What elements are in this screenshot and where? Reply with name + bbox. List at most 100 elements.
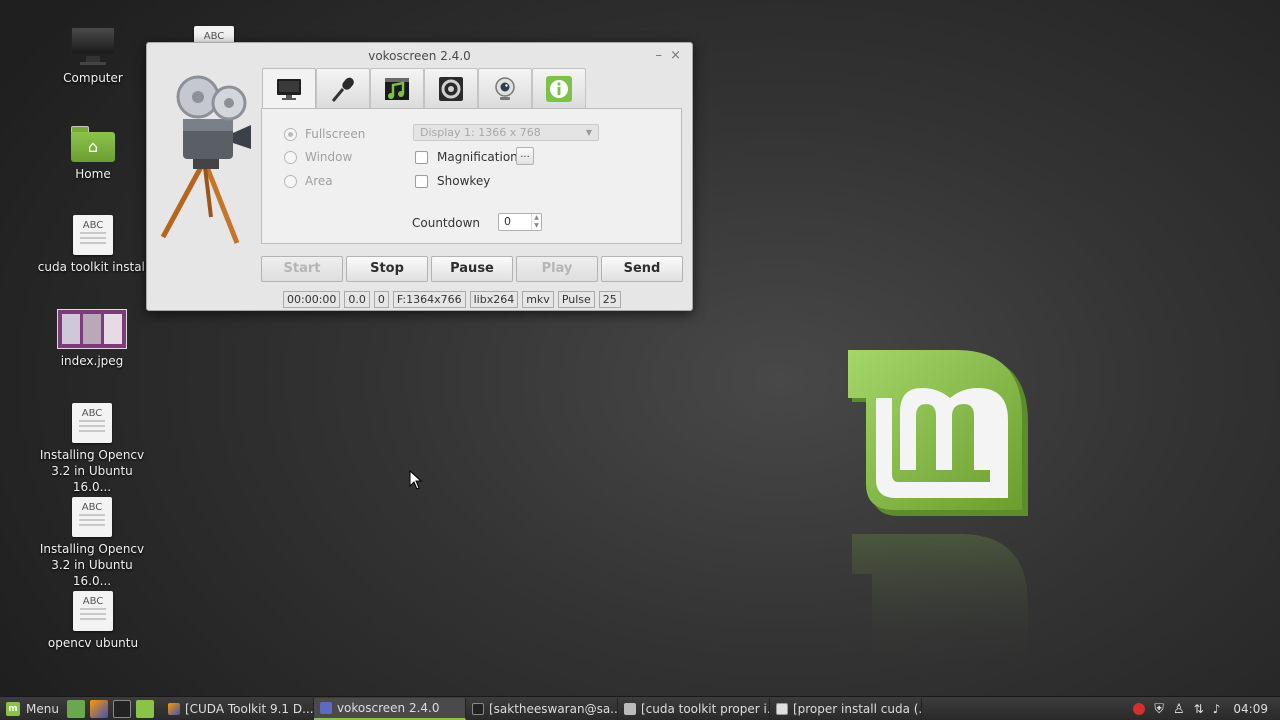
menu-button[interactable]: m Menu: [0, 697, 67, 720]
task-label: [cuda toolkit proper i...: [640, 701, 770, 716]
user-icon[interactable]: ♙: [1173, 702, 1185, 717]
desktop-icon-label: Home: [75, 167, 111, 181]
status-codec: libx264: [469, 291, 519, 308]
desktop-icon-home[interactable]: ⌂ Home: [33, 124, 153, 182]
radio-indicator: [284, 150, 297, 164]
desktop-icon-installing-opencv-1[interactable]: ABC Installing Opencv 3.2 in Ubuntu 16.0…: [32, 403, 152, 495]
taskbar-item-vokoscreen[interactable]: vokoscreen 2.4.0: [313, 697, 466, 720]
tab-screen[interactable]: [262, 68, 316, 109]
document-icon: ABC: [72, 497, 112, 537]
send-button[interactable]: Send: [601, 256, 683, 282]
play-button[interactable]: Play: [516, 256, 598, 282]
taskbar-item-cuda-toolkit[interactable]: [CUDA Toolkit 9.1 D...: [162, 697, 314, 720]
radio-label: Fullscreen: [305, 127, 366, 141]
text-editor-icon: [775, 702, 788, 715]
desktop-icon-label: Installing Opencv 3.2 in Ubuntu 16.0...: [39, 448, 145, 494]
mint-menu-icon: m: [6, 701, 20, 716]
magnification-checkbox[interactable]: Magnification: [415, 150, 518, 164]
desktop-icon-opencv-ubuntu[interactable]: ABC opencv ubuntu: [33, 591, 153, 651]
radio-indicator: [284, 174, 297, 188]
files-icon[interactable]: [135, 699, 154, 718]
status-frames: 0: [373, 291, 389, 308]
taskbar-item-folder[interactable]: [cuda toolkit proper i...: [618, 697, 770, 720]
showkey-checkbox[interactable]: Showkey: [415, 174, 490, 188]
record-icon[interactable]: [1133, 703, 1146, 715]
radio-label: Window: [305, 150, 353, 164]
status-time: 00:00:00: [283, 291, 341, 308]
folder-icon: [623, 702, 636, 715]
start-button[interactable]: Start: [261, 256, 343, 282]
info-icon: [546, 75, 572, 102]
desktop-icon-label: Installing Opencv 3.2 in Ubuntu 16.0...: [39, 542, 145, 588]
countdown-label: Countdown: [412, 216, 481, 230]
radio-area[interactable]: Area: [284, 174, 333, 188]
stop-button[interactable]: Stop: [346, 256, 428, 282]
display-select-value: Display 1: 1366 x 768: [420, 126, 541, 139]
radio-fullscreen[interactable]: Fullscreen: [284, 127, 365, 141]
document-icon: ABC: [73, 591, 113, 631]
status-rate: 0.0: [344, 291, 370, 308]
task-label: [proper install cuda (...: [792, 701, 922, 716]
image-icon: [57, 309, 127, 349]
spin-arrows-icon[interactable]: ▲ ▼: [531, 214, 541, 230]
desktop-icon-computer[interactable]: Computer: [33, 26, 153, 86]
tab-audio[interactable]: [316, 68, 370, 108]
home-folder-icon: ⌂: [71, 126, 115, 162]
vokoscreen-camera-icon: [160, 75, 251, 244]
taskbar: m Menu [CUDA Toolkit 9.1 D... vokoscreen…: [0, 696, 1280, 720]
countdown-spinbox[interactable]: 0 ▲ ▼: [498, 213, 542, 231]
display-select[interactable]: Display 1: 1366 x 768 ▼: [413, 124, 599, 141]
vokoscreen-icon: [319, 701, 332, 714]
clock[interactable]: 04:09: [1233, 702, 1268, 716]
status-container: mkv: [522, 291, 554, 308]
network-icon[interactable]: ⇅: [1194, 702, 1204, 716]
firefox-icon[interactable]: [89, 699, 108, 718]
firefox-icon: [167, 702, 180, 715]
tab-video[interactable]: [370, 68, 424, 108]
desktop-icon-index-jpeg[interactable]: index.jpeg: [32, 309, 152, 369]
desktop-icon-cuda-toolkit-install[interactable]: ABC cuda toolkit install: [33, 215, 153, 275]
webcam-icon: [495, 76, 515, 100]
status-audio: Pulse: [557, 291, 595, 308]
status-fps: 25: [598, 291, 621, 308]
minimize-button[interactable]: –: [656, 43, 663, 69]
task-label: [saktheeswaran@sa...: [488, 701, 618, 716]
settings-icon: [439, 76, 463, 101]
pause-button[interactable]: Pause: [431, 256, 513, 282]
action-buttons: Start Stop Pause Play Send: [261, 256, 683, 282]
system-tray: ⛨ ♙ ⇅ ♪ 04:09: [1133, 697, 1280, 720]
video-music-icon: [385, 77, 409, 100]
checkbox-box: [415, 150, 428, 164]
radio-label: Area: [305, 174, 333, 188]
quick-launch: [66, 699, 154, 718]
magnification-options-button[interactable]: ...: [516, 147, 534, 165]
checkbox-label: Magnification: [437, 150, 518, 164]
radio-window[interactable]: Window: [284, 150, 352, 164]
tab-bar: [262, 68, 586, 109]
tab-settings[interactable]: [424, 68, 478, 108]
microphone-icon: [331, 77, 354, 102]
desktop-icon-label: Computer: [63, 71, 123, 85]
show-desktop-icon[interactable]: [66, 699, 85, 718]
taskbar-item-text-editor[interactable]: [proper install cuda (...: [770, 697, 922, 720]
status-format: F:1364x766: [392, 291, 466, 308]
terminal-icon[interactable]: [112, 699, 131, 718]
computer-icon: [70, 26, 116, 66]
terminal-icon: [471, 702, 484, 715]
checkbox-label: Showkey: [437, 174, 491, 188]
tab-info[interactable]: [532, 68, 586, 108]
task-label: vokoscreen 2.4.0: [336, 700, 440, 715]
monitor-icon: [277, 79, 301, 100]
tab-webcam[interactable]: [478, 68, 532, 108]
shield-icon[interactable]: ⛨: [1154, 702, 1164, 717]
task-label: [CUDA Toolkit 9.1 D...: [184, 701, 314, 716]
chevron-down-icon: ▼: [585, 128, 592, 137]
taskbar-item-terminal[interactable]: [saktheeswaran@sa...: [466, 697, 618, 720]
volume-icon[interactable]: ♪: [1213, 702, 1221, 716]
desktop-icon-installing-opencv-2[interactable]: ABC Installing Opencv 3.2 in Ubuntu 16.0…: [32, 497, 152, 589]
countdown-value: 0: [504, 215, 511, 228]
status-bar: 00:00:00 0.0 0 F:1364x766 libx264 mkv Pu…: [283, 291, 621, 308]
desktop-icon-label: cuda toolkit install: [37, 260, 149, 274]
close-button[interactable]: ×: [670, 43, 681, 69]
title-bar[interactable]: vokoscreen 2.4.0 – ×: [147, 43, 692, 69]
